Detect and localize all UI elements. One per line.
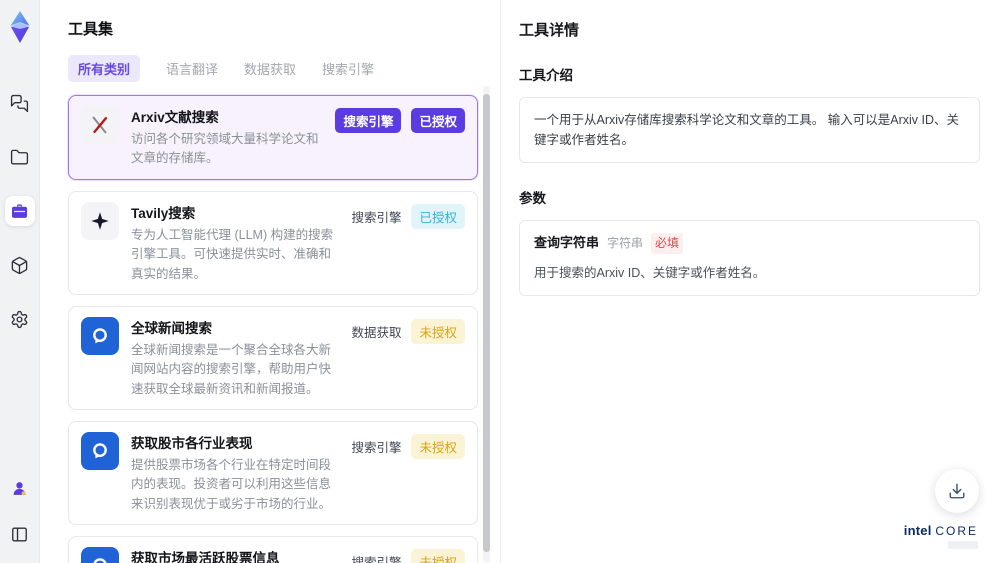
briefcase-icon [11,203,28,218]
star-icon [81,201,119,240]
tab-translation[interactable]: 语言翻译 [166,59,218,78]
intro-heading: 工具介绍 [519,68,573,83]
intel-wordmark: intel [903,523,932,538]
scrollbar-thumb[interactable] [483,94,490,552]
tool-desc: 全球新闻搜索是一个聚合全球各大新闻网站内容的搜索引擎，帮助用户快速获取全球最新资… [131,342,332,396]
sidebar-item-files[interactable] [5,142,35,172]
tool-desc: 访问各个研究领域大量科学论文和文章的存储库。 [131,132,319,166]
detail-title: 工具详情 [519,22,580,39]
category-label: 搜索引擎 [351,210,402,225]
q-news-icon [81,316,119,355]
chat-icon [10,94,29,112]
category-badge: 搜索引擎 [335,108,402,133]
status-badge: 已授权 [411,203,465,229]
intro-text-box: 一个用于从Arxiv存储库搜索科学论文和文章的工具。 输入可以是Arxiv ID… [519,97,980,163]
tool-name: 获取市场最活跃股票信息 [131,551,280,563]
param-box: 查询字符串 字符串 必填 用于搜索的Arxiv ID、关键字或作者姓名。 [519,220,980,297]
param-type: 字符串 [607,236,644,250]
tool-card-arxiv[interactable]: Arxiv文献搜索 访问各个研究领域大量科学论文和文章的存储库。 搜索引擎 已授… [68,95,478,180]
tool-card-most-active-stocks[interactable]: 获取市场最活跃股票信息 提供当天交易量最高的股票列表，投资者可以利用这些信息来识… [68,536,478,563]
core-wordmark: CORE [935,524,978,538]
param-required-badge: 必填 [651,233,684,255]
gear-icon [11,310,28,328]
tool-card-global-news[interactable]: 全球新闻搜索 全球新闻搜索是一个聚合全球各大新闻网站内容的搜索引擎，帮助用户快速… [68,305,478,410]
left-rail [0,0,40,563]
intel-sub-badge [948,541,978,549]
sidebar-item-models[interactable] [5,250,35,280]
tool-name: Tavily搜索 [131,205,196,221]
tool-card-tavily[interactable]: Tavily搜索 专为人工智能代理 (LLM) 构建的搜索引擎工具。可快速提供实… [68,190,478,295]
list-scrollbar [483,86,490,563]
app-logo-icon [8,11,31,43]
q-news-icon [81,547,119,563]
sidebar-item-settings[interactable] [5,304,35,334]
download-icon [949,483,965,499]
intel-core-logo: intel CORE [904,523,978,549]
tab-search-engine[interactable]: 搜索引擎 [322,59,374,78]
cube-icon [11,256,28,274]
tool-card-sector-performance[interactable]: 获取股市各行业表现 提供股票市场各个行业在特定时间段内的表现。投资者可以利用这些… [68,421,478,526]
tool-list: Arxiv文献搜索 访问各个研究领域大量科学论文和文章的存储库。 搜索引擎 已授… [68,95,478,563]
user-avatar[interactable] [5,473,35,503]
status-badge: 未授权 [411,549,465,563]
tool-name: 获取股市各行业表现 [131,436,253,451]
arxiv-icon [81,106,119,144]
tab-data-fetch[interactable]: 数据获取 [244,59,296,78]
status-badge: 未授权 [411,434,465,459]
tab-all-categories[interactable]: 所有类别 [68,55,141,82]
sidebar-item-chat[interactable] [5,88,35,118]
folder-icon [10,149,29,165]
tool-desc: 专为人工智能代理 (LLM) 构建的搜索引擎工具。可快速提供实时、准确和真实的结… [131,227,334,281]
category-tabs: 所有类别 语言翻译 数据获取 搜索引擎 [68,55,500,82]
status-badge: 未授权 [411,318,465,344]
tool-name: Arxiv文献搜索 [131,110,219,125]
tools-panel: 工具集 所有类别 语言翻译 数据获取 搜索引擎 Arxiv文献搜索 访问各个研究… [40,0,500,563]
tool-desc: 提供股票市场各个行业在特定时间段内的表现。投资者可以利用这些信息来识别表现优于或… [131,458,332,511]
category-label: 搜索引擎 [351,441,402,455]
collapse-panel-button[interactable] [5,519,35,549]
panel-left-icon [12,526,27,542]
param-desc: 用于搜索的Arxiv ID、关键字或作者姓名。 [534,266,766,281]
param-name: 查询字符串 [534,235,600,251]
category-label: 数据获取 [351,325,402,340]
page-title: 工具集 [68,21,114,38]
download-button[interactable] [935,469,979,513]
tool-detail-panel: 工具详情 工具介绍 一个用于从Arxiv存储库搜索科学论文和文章的工具。 输入可… [500,0,1000,563]
tool-name: 全球新闻搜索 [131,320,212,336]
sidebar-item-tools[interactable] [4,196,35,226]
params-heading: 参数 [519,191,546,206]
category-label: 搜索引擎 [351,552,401,563]
user-icon [13,481,26,495]
status-badge: 已授权 [411,108,465,133]
q-news-icon [81,432,119,470]
